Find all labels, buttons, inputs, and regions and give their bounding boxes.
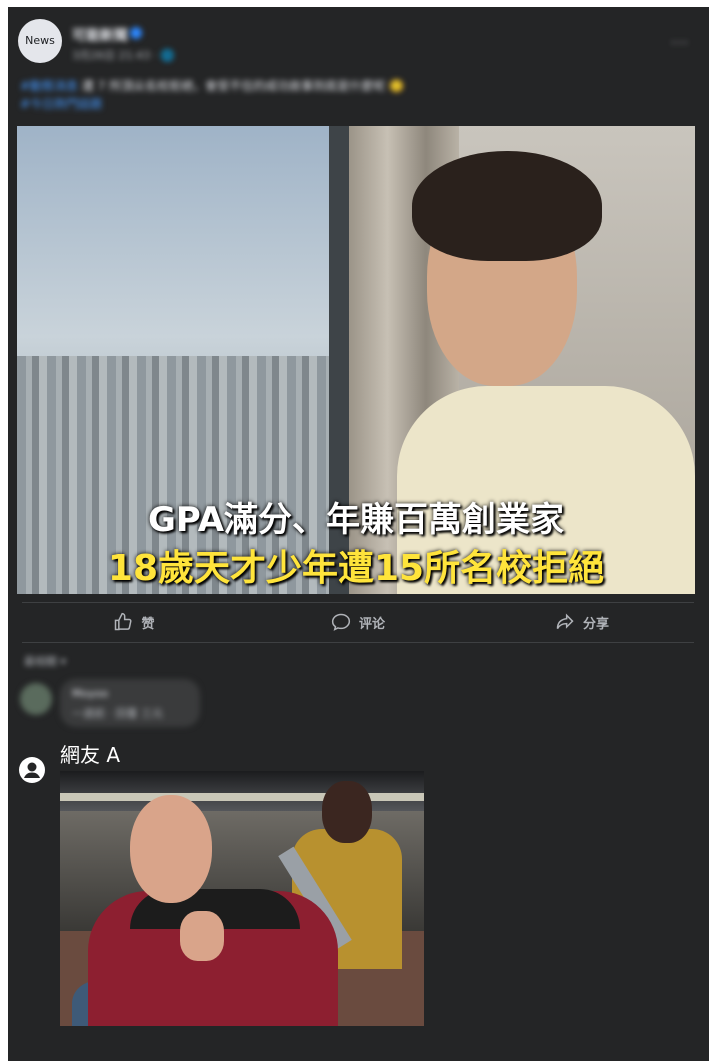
image-headline-2: 18歲天才少年遭15所名校拒絕 (107, 548, 605, 589)
background-officer-head (322, 781, 372, 843)
user-avatar-icon (19, 757, 45, 783)
facebook-post-frame: News 可能新聞 3月26日 21:43 · 🌐 ··· #動態消息 遭 7 … (8, 7, 709, 1061)
verified-badge-icon (130, 27, 142, 39)
comment-button[interactable]: 评论 (246, 604, 470, 640)
thumb-up-icon (115, 612, 133, 631)
divider-top (22, 602, 694, 603)
person-hair (412, 151, 602, 261)
more-options-icon[interactable]: ··· (671, 33, 689, 52)
post-header: News 可能新聞 3月26日 21:43 · 🌐 ··· #動態消息 遭 7 … (8, 7, 709, 125)
share-button[interactable]: 分享 (470, 604, 694, 640)
post-timestamp[interactable]: 3月26日 21:43 · 🌐 (72, 47, 174, 63)
share-label: 分享 (582, 616, 609, 632)
like-button[interactable]: 赞 (22, 604, 246, 640)
image-headline-1: GPA滿分、年賺百萬創業家 (147, 500, 565, 540)
caption-text: 遭 7 所頂尖名校拒絕，會受不住的成功故事到底是什麼呢 🙂 (78, 79, 404, 93)
caption-link[interactable]: #動態消息 (20, 79, 78, 93)
outstretched-hand (180, 911, 224, 961)
post-action-bar: 赞 评论 分享 (22, 604, 694, 640)
post-image[interactable]: GPA滿分、年賺百萬創業家 18歲天才少年遭15所名校拒絕 (17, 126, 695, 594)
caption-hashtag[interactable]: #今日熱門話題 (20, 97, 102, 111)
page-avatar[interactable]: News (18, 19, 62, 63)
reply-user-name: 網友 A (60, 743, 121, 767)
comment-meta: 一週前 · 回覆 三元 (72, 707, 163, 720)
comment-label: 评论 (358, 616, 385, 632)
share-icon (556, 613, 574, 630)
post-caption: #動態消息 遭 7 所頂尖名校拒絕，會受不住的成功故事到底是什麼呢 🙂 #今日熱… (20, 77, 660, 113)
divider-bottom (22, 642, 694, 643)
commenter-avatar[interactable] (20, 683, 52, 715)
commenter-name[interactable]: Moyoo (72, 687, 108, 700)
reaction-meme-image[interactable] (60, 771, 424, 1026)
page-name[interactable]: 可能新聞 (72, 25, 128, 45)
captain-head (130, 795, 212, 903)
like-label: 赞 (141, 616, 155, 632)
comment-sort-dropdown[interactable]: 最相關 ▾ (24, 653, 66, 669)
comment-icon (331, 613, 351, 631)
